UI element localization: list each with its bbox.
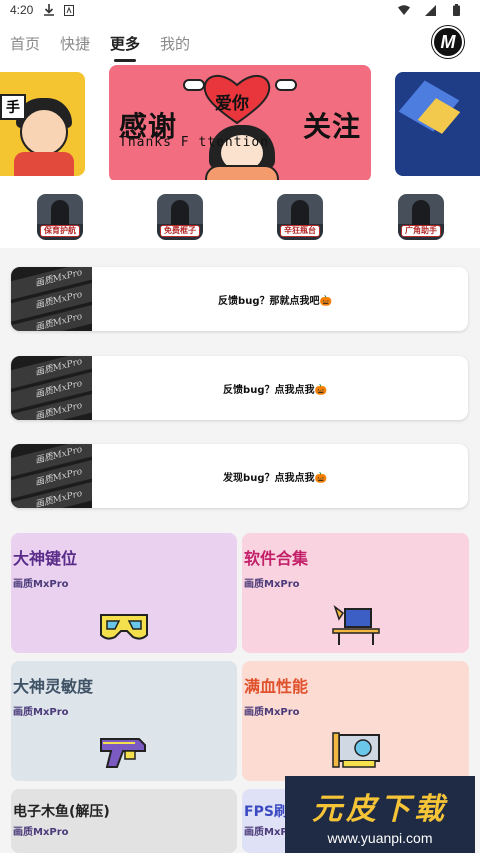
banner-main-right-text: 关注 [302, 110, 361, 143]
tile-subtitle: 画质MxPro [13, 707, 69, 718]
feedback-card-label: 反馈bug？那就点我吧🎃 [218, 295, 332, 307]
feedback-card-1[interactable]: 画质MxPro 画质MxPro 画质MxPro 反馈bug？那就点我吧🎃 [11, 267, 468, 331]
banner-slide-next[interactable] [395, 72, 480, 176]
banner-slide-current[interactable]: 爱你 感谢 关注 Thanks F ttention [109, 65, 371, 182]
banner-slide-previous[interactable]: 手 [0, 72, 85, 176]
app-notification-icon [63, 4, 75, 16]
game-icons-row: 保育护航 免费框子 辛狂瓶台 广角助手 [0, 180, 480, 248]
graphics-card-icon [331, 732, 380, 768]
toy-gun-icon [100, 738, 146, 768]
feedback-thumbnail: 画质MxPro 画质MxPro 画质MxPro [11, 356, 92, 420]
game-icon-2[interactable]: 免费框子 [157, 194, 203, 240]
vr-glasses-icon [100, 614, 148, 640]
tile-title: 大神灵敏度 [13, 677, 94, 696]
tab-mine[interactable]: 我的 [160, 29, 190, 58]
tile-title: 电子木鱼(解压) [13, 804, 110, 820]
watermark: 元皮下载 www.yuanpi.com [285, 776, 475, 853]
banner-character-face [20, 108, 68, 156]
game-icon-label: 辛狂瓶台 [280, 225, 320, 237]
game-icon-1[interactable]: 保育护航 [37, 194, 83, 240]
watermark-title: 元皮下载 [312, 791, 448, 827]
tile-subtitle: 画质MxPro [13, 579, 69, 590]
watermark-url: www.yuanpi.com [327, 829, 433, 846]
banner-character-body [14, 152, 74, 176]
feedback-card-label: 反馈bug？点我点我🎃 [223, 384, 327, 396]
battery-icon [450, 4, 462, 16]
tile-software-collection[interactable]: 软件合集 画质MxPro [242, 533, 469, 653]
game-icon-3[interactable]: 辛狂瓶台 [277, 194, 323, 240]
wifi-icon [398, 4, 410, 16]
tile-wooden-fish[interactable]: 电子木鱼(解压) 画质MxPro [11, 789, 237, 853]
tile-subtitle: 画质MxPro [13, 827, 69, 838]
feedback-card-3[interactable]: 画质MxPro 画质MxPro 画质MxPro 发现bug？点我点我🎃 [11, 444, 468, 508]
feedback-card-label: 发现bug？点我点我🎃 [223, 472, 327, 484]
tab-home[interactable]: 首页 [10, 29, 40, 58]
game-icon-label: 广角助手 [401, 225, 441, 237]
game-icon-4[interactable]: 广角助手 [398, 194, 444, 240]
tile-subtitle: 画质MxPro [244, 579, 300, 590]
banner-carousel[interactable]: 手 爱你 感谢 关注 Thanks F ttention [0, 64, 480, 182]
tile-title: 大神键位 [13, 549, 78, 568]
game-icon-label: 免费框子 [160, 225, 200, 237]
tab-more[interactable]: 更多 [110, 29, 140, 62]
status-bar: 4:20 [0, 0, 480, 20]
tile-title: 软件合集 [244, 549, 309, 568]
tile-master-keymap[interactable]: 大神键位 画质MxPro [11, 533, 237, 653]
feedback-thumbnail: 画质MxPro 画质MxPro 画质MxPro [11, 444, 92, 508]
feedback-card-2[interactable]: 画质MxPro 画质MxPro 画质MxPro 反馈bug？点我点我🎃 [11, 356, 468, 420]
tile-title: 满血性能 [244, 677, 309, 696]
desk-lamp-icon [331, 604, 380, 645]
tile-master-sensitivity[interactable]: 大神灵敏度 画质MxPro [11, 661, 237, 781]
status-time: 4:20 [10, 3, 34, 17]
wing-right-icon [275, 79, 297, 91]
app-logo[interactable]: M [432, 26, 464, 58]
game-icon-label: 保育护航 [40, 225, 80, 237]
banner-left-tag: 手 [0, 94, 26, 120]
tile-subtitle: 画质MxPro [244, 707, 300, 718]
tab-shortcuts[interactable]: 快捷 [60, 29, 90, 58]
banner-main-subtitle: Thanks F ttention [119, 135, 270, 150]
tile-full-performance[interactable]: 满血性能 画质MxPro [242, 661, 469, 781]
download-icon [43, 4, 55, 16]
signal-icon [424, 4, 436, 16]
top-navigation: 首页 快捷 更多 我的 M [0, 20, 480, 66]
banner-heart-text: 爱你 [215, 94, 249, 114]
feedback-thumbnail: 画质MxPro 画质MxPro 画质MxPro [11, 267, 92, 331]
